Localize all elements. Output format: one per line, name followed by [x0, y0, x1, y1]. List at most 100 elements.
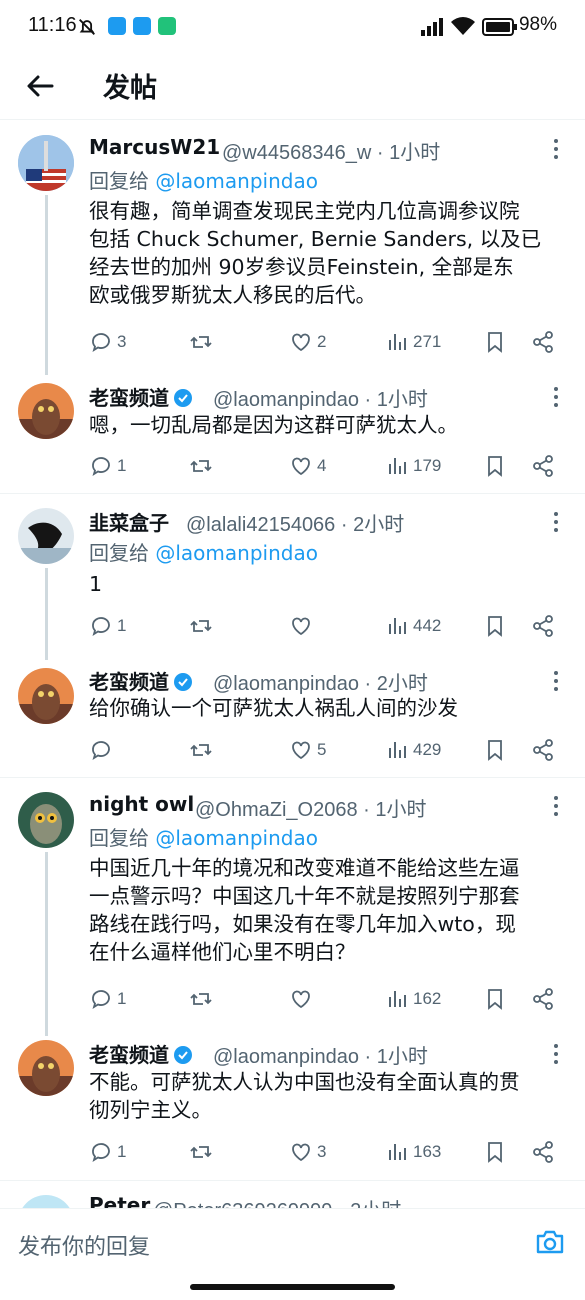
- author-name[interactable]: 老蛮频道: [89, 1039, 193, 1068]
- post-text-line: 欧或俄罗斯犹太人移民的后代。: [89, 283, 376, 307]
- reply-post[interactable]: night owl @OhmaZi_O2068 · 1小时 回复给 @laoma…: [0, 778, 585, 1036]
- repost-button[interactable]: [189, 612, 213, 640]
- avatar[interactable]: [18, 383, 74, 439]
- reply-button[interactable]: 1: [89, 612, 126, 640]
- author-handle[interactable]: @w44568346_w · 1小时: [222, 136, 440, 165]
- more-options-icon[interactable]: [553, 386, 559, 408]
- author-name[interactable]: night owl: [89, 792, 194, 816]
- reply-button[interactable]: [89, 736, 117, 764]
- reply-composer[interactable]: 发布你的回复: [0, 1208, 585, 1276]
- heart-icon: [292, 333, 310, 352]
- repost-icon: [190, 620, 212, 632]
- repost-button[interactable]: [189, 328, 213, 356]
- mute-alarm-icon: [79, 19, 95, 35]
- reply-post[interactable]: 老蛮频道 @laomanpindao · 1小时 不能。可萨犹太人认为中国也没有…: [0, 1028, 585, 1180]
- bookmark-button[interactable]: [483, 328, 507, 356]
- share-button[interactable]: [531, 452, 555, 480]
- post-text-line: 很有趣，简单调查发现民主党内几位高调参议院: [89, 199, 520, 223]
- author-name[interactable]: 韭菜盒子: [89, 507, 169, 536]
- more-options-icon[interactable]: [553, 1043, 559, 1065]
- more-options-icon[interactable]: [553, 138, 559, 160]
- share-button[interactable]: [531, 1138, 555, 1166]
- reply-button[interactable]: 1: [89, 985, 126, 1013]
- views-button[interactable]: 442: [385, 612, 441, 640]
- author-handle[interactable]: @OhmaZi_O2068 · 1小时: [195, 793, 427, 822]
- author-name[interactable]: MarcusW21: [89, 135, 220, 159]
- view-count: 179: [413, 456, 442, 475]
- like-button[interactable]: [289, 985, 317, 1013]
- author-name[interactable]: 老蛮频道: [89, 666, 193, 695]
- reply-button[interactable]: 1: [89, 452, 126, 480]
- home-indicator[interactable]: [190, 1284, 395, 1290]
- bookmark-button[interactable]: [483, 985, 507, 1013]
- reply-count: 1: [117, 456, 127, 475]
- author-name[interactable]: 老蛮频道: [89, 382, 193, 411]
- share-button[interactable]: [531, 736, 555, 764]
- bookmark-button[interactable]: [483, 736, 507, 764]
- post-text-line: 路线在践行吗，如果没有在零几年加入wto，现: [89, 912, 516, 936]
- author-handle[interactable]: @laomanpindao · 1小时: [213, 383, 428, 412]
- reply-post[interactable]: MarcusW21 @w44568346_w · 1小时 回复给 @laoman…: [0, 121, 585, 375]
- view-count: 442: [413, 616, 442, 635]
- reply-button[interactable]: 1: [89, 1138, 126, 1166]
- views-button[interactable]: 163: [385, 1138, 441, 1166]
- reply-post-partial[interactable]: Peter @Peter6369269999 · 2小时: [0, 1181, 585, 1208]
- post-actions: 5 429: [89, 736, 559, 764]
- reply-post[interactable]: 老蛮频道 @laomanpindao · 2小时 给你确认一个可萨犹太人祸乱人间…: [0, 656, 585, 778]
- views-button[interactable]: 179: [385, 452, 441, 480]
- app-notification-icon: [108, 17, 126, 35]
- avatar[interactable]: [18, 1195, 74, 1208]
- author-handle[interactable]: @lalali42154066 · 2小时: [186, 508, 404, 537]
- comment-icon: [92, 741, 110, 761]
- reply-to-handle[interactable]: @laomanpindao: [155, 541, 318, 565]
- reply-to-handle[interactable]: @laomanpindao: [155, 826, 318, 850]
- like-button[interactable]: [289, 612, 317, 640]
- reply-input-placeholder[interactable]: 发布你的回复: [18, 1229, 150, 1261]
- avatar[interactable]: [18, 1040, 74, 1096]
- repost-icon: [190, 1146, 212, 1158]
- post-text: 中国近几十年的境况和改变难道不能给这些左逼 一点警示吗？中国这几十年不就是按照列…: [89, 854, 569, 966]
- author-handle[interactable]: @laomanpindao · 2小时: [213, 667, 428, 696]
- like-button[interactable]: 2: [289, 328, 326, 356]
- repost-button[interactable]: [189, 1138, 213, 1166]
- heart-icon: [292, 990, 310, 1009]
- more-options-icon[interactable]: [553, 795, 559, 817]
- views-button[interactable]: 162: [385, 985, 441, 1013]
- more-options-icon[interactable]: [553, 670, 559, 692]
- share-button[interactable]: [531, 612, 555, 640]
- like-button[interactable]: 4: [289, 452, 326, 480]
- status-bar: 11:16 98%: [0, 0, 585, 56]
- share-button[interactable]: [531, 328, 555, 356]
- views-icon: [389, 1144, 406, 1160]
- like-button[interactable]: 3: [289, 1138, 326, 1166]
- like-button[interactable]: 5: [289, 736, 326, 764]
- signal-icon: [421, 18, 443, 36]
- bookmark-button[interactable]: [483, 1138, 507, 1166]
- view-count: 163: [413, 1142, 442, 1161]
- avatar[interactable]: [18, 508, 74, 564]
- views-button[interactable]: 429: [385, 736, 441, 764]
- views-icon: [389, 742, 406, 758]
- views-button[interactable]: 271: [385, 328, 441, 356]
- bookmark-button[interactable]: [483, 452, 507, 480]
- back-arrow-icon[interactable]: [24, 70, 56, 102]
- reply-post[interactable]: 老蛮频道 @laomanpindao · 1小时 嗯，一切乱局都是因为这群可萨犹…: [0, 371, 585, 493]
- avatar[interactable]: [18, 135, 74, 191]
- more-options-icon[interactable]: [553, 511, 559, 533]
- reply-button[interactable]: 3: [89, 328, 126, 356]
- author-name[interactable]: Peter: [89, 1193, 150, 1208]
- author-handle[interactable]: @Peter6369269999 · 2小时: [153, 1194, 401, 1208]
- avatar[interactable]: [18, 668, 74, 724]
- avatar[interactable]: [18, 792, 74, 848]
- repost-button[interactable]: [189, 985, 213, 1013]
- bookmark-button[interactable]: [483, 612, 507, 640]
- share-button[interactable]: [531, 985, 555, 1013]
- repost-button[interactable]: [189, 452, 213, 480]
- post-actions: 1 442: [89, 612, 559, 640]
- repost-button[interactable]: [189, 736, 213, 764]
- post-text-line: 1: [89, 572, 103, 596]
- author-handle[interactable]: @laomanpindao · 1小时: [213, 1040, 428, 1069]
- reply-post[interactable]: 韭菜盒子 @lalali42154066 · 2小时 回复给 @laomanpi…: [0, 494, 585, 660]
- camera-icon[interactable]: [535, 1229, 565, 1255]
- reply-to-handle[interactable]: @laomanpindao: [155, 169, 318, 193]
